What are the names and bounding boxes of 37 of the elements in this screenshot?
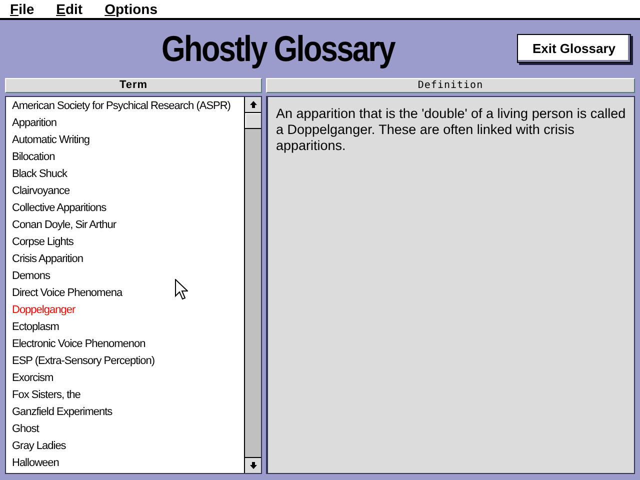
term-item[interactable]: Exorcism xyxy=(6,370,244,387)
term-item[interactable]: ESP (Extra-Sensory Perception) xyxy=(6,353,244,370)
column-header: Definition xyxy=(266,78,635,93)
term-item[interactable]: American Society for Psychical Research (ASPR) xyxy=(6,98,244,115)
menu-item[interactable]: Options xyxy=(96,0,166,18)
term-item[interactable]: Fox Sisters, the xyxy=(6,387,244,404)
term-item[interactable]: Gray Ladies xyxy=(6,438,244,455)
scroll-down-button[interactable] xyxy=(245,457,261,473)
app-title: Ghostly Glossary xyxy=(160,28,396,70)
term-item[interactable]: Corpse Lights xyxy=(6,234,244,251)
menu-item[interactable]: File xyxy=(2,0,42,18)
menu-item[interactable]: Edit xyxy=(48,0,91,18)
definition-text: An apparition that is the 'double' of a living person is called a Doppelganger. These are often linked with crisis apparitions. xyxy=(275,105,627,154)
term-item[interactable]: Doppelganger xyxy=(6,302,244,319)
term-item[interactable]: Clairvoyance xyxy=(6,183,244,200)
term-item[interactable]: Ghost xyxy=(6,421,244,438)
term-item[interactable]: Conan Doyle, Sir Arthur xyxy=(6,217,244,234)
term-item[interactable]: Black Shuck xyxy=(6,166,244,183)
term-item[interactable]: Apparition xyxy=(6,115,244,132)
term-item[interactable]: Halloween xyxy=(6,455,244,472)
term-item[interactable]: Automatic Writing xyxy=(6,132,244,149)
up-arrow-icon xyxy=(248,100,258,109)
term-item[interactable]: Collective Apparitions xyxy=(6,200,244,217)
term-item[interactable]: Crisis Apparition xyxy=(6,251,244,268)
term-item[interactable]: Ectoplasm xyxy=(6,319,244,336)
mouse-pointer-icon xyxy=(175,279,188,300)
scroll-thumb[interactable] xyxy=(245,113,261,129)
exit-button[interactable]: Exit Glossary xyxy=(517,34,631,62)
term-item[interactable]: Demons xyxy=(6,268,244,285)
column-header: Term xyxy=(5,78,262,93)
scroll-up-button[interactable] xyxy=(245,97,261,113)
term-item[interactable]: Direct Voice Phenomena xyxy=(6,285,244,302)
term-item[interactable]: Bilocation xyxy=(6,149,244,166)
scrollbar[interactable] xyxy=(244,97,261,473)
down-arrow-icon xyxy=(248,461,258,470)
term-item[interactable]: Electronic Voice Phenomenon xyxy=(6,336,244,353)
term-item[interactable]: Ganzfield Experiments xyxy=(6,404,244,421)
